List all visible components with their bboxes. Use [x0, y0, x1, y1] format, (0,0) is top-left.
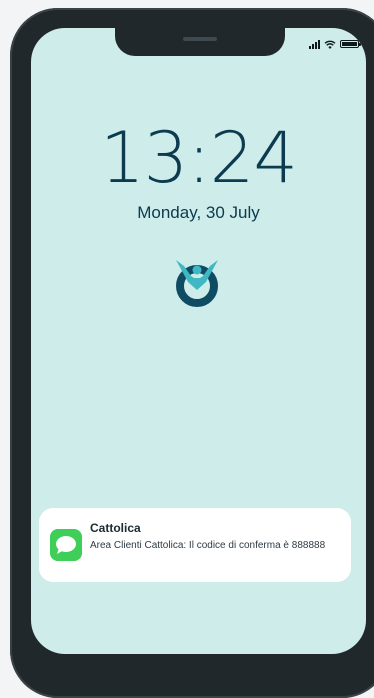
- phone-frame: 13:24 Monday, 30 July Cattolica Area Cli…: [10, 8, 374, 698]
- sms-notification[interactable]: Cattolica Area Clienti Cattolica: Il cod…: [39, 508, 351, 582]
- battery-icon: [340, 40, 361, 48]
- status-bar: [309, 38, 361, 50]
- lock-screen: 13:24 Monday, 30 July Cattolica Area Cli…: [31, 28, 366, 654]
- wifi-icon: [324, 40, 336, 49]
- lock-date: Monday, 30 July: [137, 203, 260, 222]
- messages-icon: [50, 529, 82, 561]
- signal-icon: [309, 39, 320, 49]
- notification-body: Area Clienti Cattolica: Il codice di con…: [90, 540, 326, 551]
- notification-title: Cattolica: [90, 521, 141, 535]
- speaker: [183, 37, 217, 41]
- notch: [115, 28, 285, 56]
- cattolica-logo-icon: [176, 260, 218, 307]
- lock-time: 13:24: [100, 117, 298, 199]
